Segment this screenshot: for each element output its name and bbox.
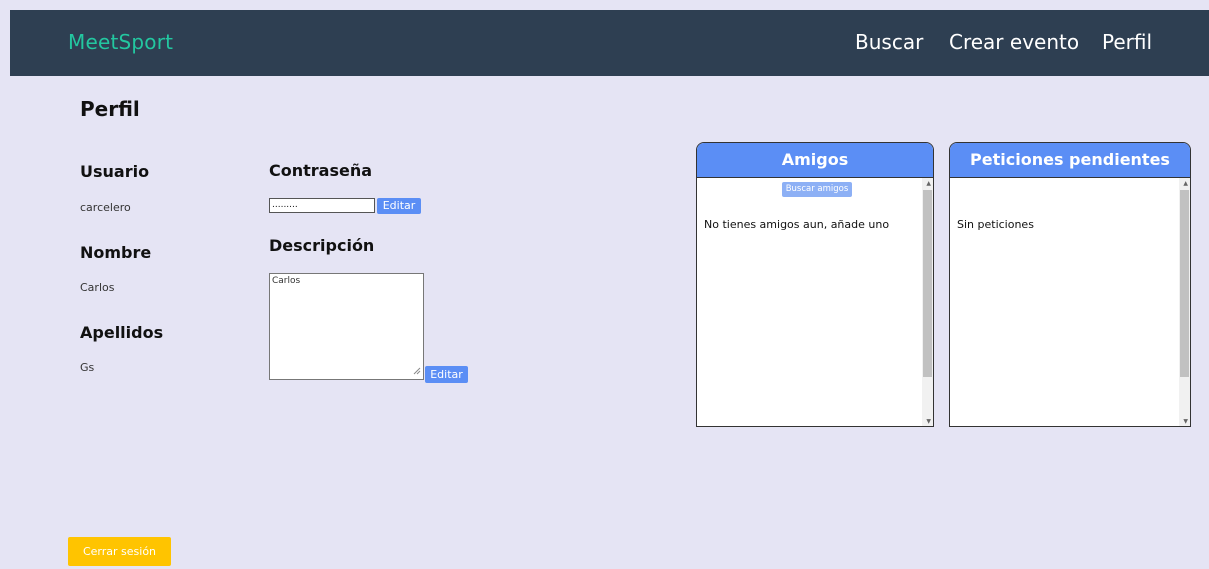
password-edit-button[interactable]: Editar	[377, 198, 421, 214]
top-nav-bar: MeetSport Buscar Crear evento Perfil	[10, 10, 1209, 76]
nav-create-event[interactable]: Crear evento	[949, 30, 1079, 54]
friends-panel-title: Amigos	[697, 143, 933, 178]
description-label: Descripción	[269, 236, 375, 255]
scroll-up-arrow-icon[interactable]: ▲	[926, 180, 931, 188]
nav-search[interactable]: Buscar	[855, 30, 923, 54]
name-value: Carlos	[80, 281, 115, 294]
friends-panel: Amigos Buscar amigos No tienes amigos au…	[696, 142, 934, 427]
surname-value: Gs	[80, 361, 95, 374]
scroll-up-arrow-icon[interactable]: ▲	[1183, 180, 1188, 188]
search-friends-button[interactable]: Buscar amigos	[782, 182, 852, 197]
requests-scrollbar-thumb[interactable]	[1180, 190, 1189, 377]
requests-list: Sin peticiones ▲ ▼	[950, 178, 1190, 426]
scroll-down-arrow-icon[interactable]: ▼	[926, 418, 931, 426]
username-label: Usuario	[80, 162, 150, 181]
requests-empty-text: Sin peticiones	[957, 218, 1034, 231]
surname-label: Apellidos	[80, 323, 164, 342]
description-textarea[interactable]: Carlos	[269, 273, 424, 380]
requests-panel: Peticiones pendientes Sin peticiones ▲ ▼	[949, 142, 1191, 427]
nav-profile[interactable]: Perfil	[1102, 30, 1152, 54]
friends-empty-text: No tienes amigos aun, añade uno	[704, 218, 890, 231]
logout-button[interactable]: Cerrar sesión	[68, 537, 171, 566]
requests-panel-title: Peticiones pendientes	[950, 143, 1190, 178]
password-label: Contraseña	[269, 161, 373, 180]
name-label: Nombre	[80, 243, 152, 262]
friends-scrollbar-thumb[interactable]	[923, 190, 932, 377]
friends-list: Buscar amigos No tienes amigos aun, añad…	[697, 178, 933, 426]
resize-grip-icon[interactable]	[413, 367, 421, 375]
scroll-down-arrow-icon[interactable]: ▼	[1183, 418, 1188, 426]
description-edit-button[interactable]: Editar	[425, 366, 468, 383]
brand-logo[interactable]: MeetSport	[68, 30, 173, 54]
page-title: Perfil	[80, 97, 140, 121]
username-value: carcelero	[80, 201, 131, 214]
password-field[interactable]: .........	[269, 198, 375, 213]
